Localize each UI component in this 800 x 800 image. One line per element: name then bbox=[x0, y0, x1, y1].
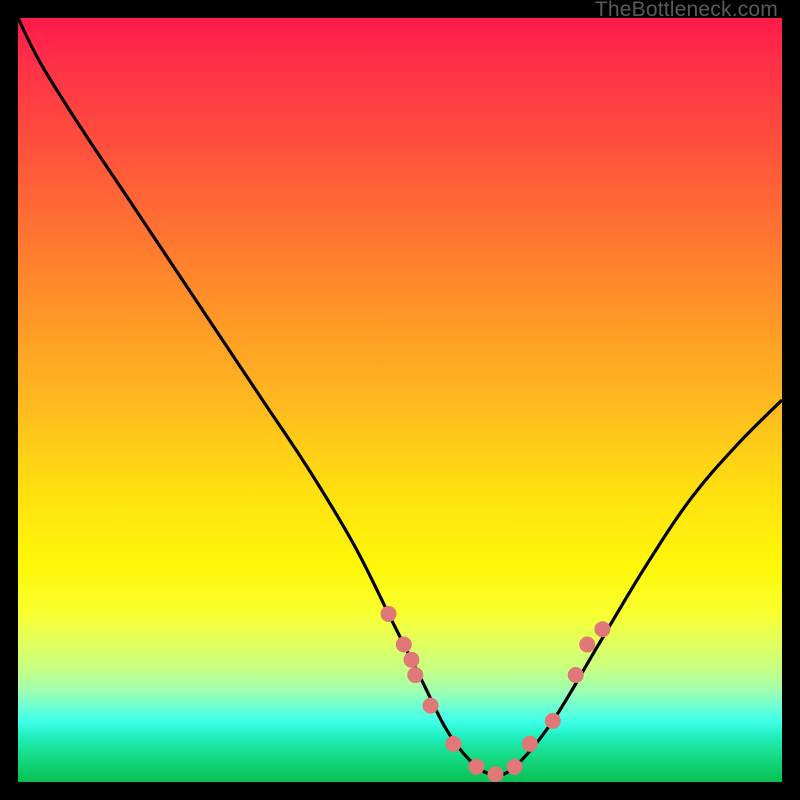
data-marker bbox=[594, 621, 610, 637]
bottleneck-curve bbox=[18, 18, 782, 775]
data-marker bbox=[568, 667, 584, 683]
data-marker bbox=[579, 636, 595, 652]
data-marker bbox=[522, 736, 538, 752]
data-marker bbox=[507, 759, 523, 775]
data-marker bbox=[468, 759, 484, 775]
data-marker bbox=[423, 698, 439, 714]
data-marker bbox=[381, 606, 397, 622]
chart-container: TheBottleneck.com bbox=[0, 0, 800, 800]
frame-border bbox=[0, 782, 800, 800]
data-marker bbox=[445, 736, 461, 752]
frame-border bbox=[782, 0, 800, 800]
data-marker bbox=[545, 713, 561, 729]
data-marker bbox=[488, 766, 504, 782]
data-markers bbox=[381, 606, 611, 782]
data-marker bbox=[407, 667, 423, 683]
attribution-text: TheBottleneck.com bbox=[595, 0, 778, 22]
frame-border bbox=[0, 0, 18, 800]
data-marker bbox=[396, 636, 412, 652]
data-marker bbox=[403, 652, 419, 668]
chart-svg bbox=[18, 18, 782, 782]
